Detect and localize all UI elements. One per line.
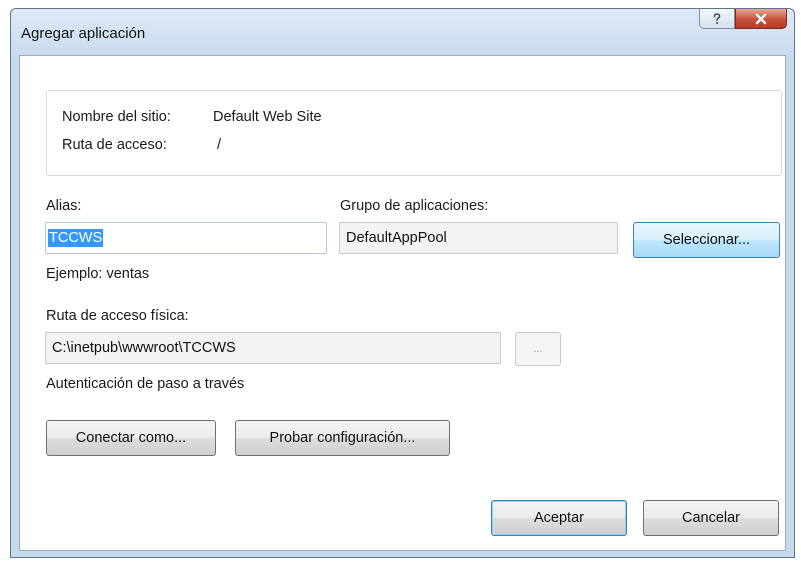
site-name-value: Default Web Site bbox=[213, 109, 322, 125]
add-application-dialog: Agregar aplicación Nombre del sitio: Def… bbox=[10, 8, 795, 558]
physical-path-label: Ruta de acceso física: bbox=[46, 308, 189, 324]
site-name-label: Nombre del sitio: bbox=[62, 109, 171, 125]
help-icon bbox=[713, 12, 721, 24]
close-icon bbox=[755, 13, 767, 24]
title-bar: Agregar aplicación bbox=[11, 9, 794, 55]
alias-input-value: TCCWS bbox=[48, 229, 104, 247]
pass-through-auth-text: Autenticación de paso a través bbox=[46, 376, 245, 392]
site-info-group: Nombre del sitio: Default Web Site Ruta … bbox=[46, 90, 782, 176]
site-path-value: / bbox=[217, 137, 222, 153]
help-button[interactable] bbox=[699, 9, 735, 29]
alias-input[interactable]: TCCWS bbox=[45, 222, 327, 254]
app-pool-field: DefaultAppPool bbox=[339, 222, 618, 254]
ok-button[interactable]: Aceptar bbox=[491, 500, 627, 536]
app-pool-label: Grupo de aplicaciones: bbox=[340, 198, 489, 214]
alias-example: Ejemplo: ventas bbox=[46, 266, 150, 282]
test-settings-button[interactable]: Probar configuración... bbox=[235, 420, 450, 456]
physical-path-value: C:\inetpub\wwwroot\TCCWS bbox=[52, 340, 236, 356]
site-path-label: Ruta de acceso: bbox=[62, 137, 167, 153]
app-pool-value: DefaultAppPool bbox=[346, 230, 447, 246]
connect-as-button[interactable]: Conectar como... bbox=[46, 420, 216, 456]
alias-label: Alias: bbox=[46, 198, 82, 214]
dialog-title: Agregar aplicación bbox=[21, 25, 146, 42]
browse-path-button[interactable]: ... bbox=[515, 332, 561, 366]
physical-path-input[interactable]: C:\inetpub\wwwroot\TCCWS bbox=[45, 332, 501, 364]
dialog-content: Nombre del sitio: Default Web Site Ruta … bbox=[19, 55, 786, 551]
select-app-pool-button[interactable]: Seleccionar... bbox=[633, 222, 780, 258]
cancel-button[interactable]: Cancelar bbox=[643, 500, 779, 536]
close-button[interactable] bbox=[735, 9, 787, 29]
